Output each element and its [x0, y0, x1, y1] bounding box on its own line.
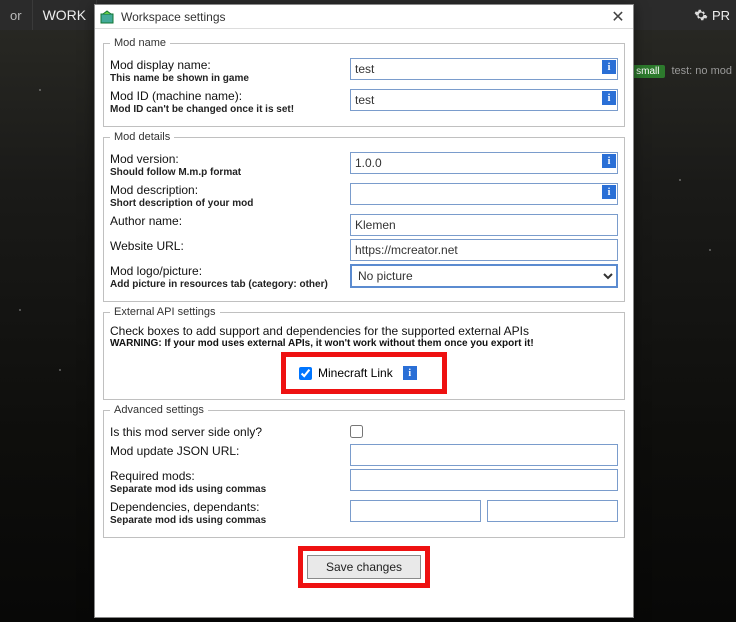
dependencies-sub: Separate mod ids using commas — [110, 514, 350, 528]
required-mods-label: Required mods: — [110, 469, 195, 483]
mod-name-legend: Mod name — [110, 37, 170, 49]
minecraft-link-label: Minecraft Link — [318, 366, 393, 380]
update-url-input[interactable] — [350, 444, 618, 466]
server-side-checkbox[interactable] — [350, 425, 363, 438]
topbar-settings-label: PR — [712, 8, 730, 23]
close-icon[interactable]: ✕ — [607, 7, 629, 27]
info-icon[interactable]: i — [602, 60, 616, 74]
mod-id-sub: Mod ID can't be changed once it is set! — [110, 103, 350, 117]
display-name-input[interactable] — [350, 58, 618, 80]
dependants-input-b[interactable] — [487, 500, 618, 522]
mod-id-input[interactable] — [350, 89, 618, 111]
author-label: Author name: — [110, 214, 182, 228]
mod-id-label: Mod ID (machine name): — [110, 89, 242, 103]
save-highlight: Save changes — [298, 546, 430, 588]
logo-label: Mod logo/picture: — [110, 264, 202, 278]
gear-icon — [694, 8, 708, 22]
display-name-sub: This name be shown in game — [110, 72, 350, 86]
external-api-legend: External API settings — [110, 306, 220, 318]
info-icon[interactable]: i — [403, 366, 417, 380]
save-button[interactable]: Save changes — [307, 555, 421, 579]
external-api-desc: Check boxes to add support and dependenc… — [110, 324, 618, 338]
logo-select[interactable]: No picture — [350, 264, 618, 288]
status-tag: small — [630, 65, 665, 78]
status-row: small test: no mod — [630, 60, 736, 82]
description-sub: Short description of your mod — [110, 197, 350, 211]
website-label: Website URL: — [110, 239, 184, 253]
minecraft-link-box: Minecraft Link i — [284, 355, 444, 391]
version-sub: Should follow M.m.p format — [110, 166, 350, 180]
app-icon — [99, 9, 115, 25]
description-label: Mod description: — [110, 183, 198, 197]
dialog-titlebar: Workspace settings ✕ — [95, 5, 633, 29]
author-input[interactable] — [350, 214, 618, 236]
external-api-warn: WARNING: If your mod uses external APIs,… — [110, 338, 618, 349]
advanced-settings-legend: Advanced settings — [110, 404, 208, 416]
status-text: test: no mod — [671, 65, 732, 77]
website-input[interactable] — [350, 239, 618, 261]
description-input[interactable] — [350, 183, 618, 205]
topbar-settings[interactable]: PR — [688, 8, 736, 23]
topbar-item-or[interactable]: or — [0, 0, 33, 30]
minecraft-link-checkbox[interactable] — [299, 367, 312, 380]
topbar-item-workspace[interactable]: WORK — [33, 0, 98, 30]
advanced-settings-group: Advanced settings Is this mod server sid… — [103, 404, 625, 538]
mod-name-group: Mod name Mod display name: This name be … — [103, 37, 625, 127]
external-api-group: External API settings Check boxes to add… — [103, 306, 625, 400]
required-mods-input[interactable] — [350, 469, 618, 491]
display-name-label: Mod display name: — [110, 58, 211, 72]
mod-details-legend: Mod details — [110, 131, 174, 143]
dialog-title: Workspace settings — [121, 10, 607, 24]
server-side-label: Is this mod server side only? — [110, 425, 262, 439]
info-icon[interactable]: i — [602, 185, 616, 199]
mod-details-group: Mod details Mod version: Should follow M… — [103, 131, 625, 302]
info-icon[interactable]: i — [602, 91, 616, 105]
required-mods-sub: Separate mod ids using commas — [110, 483, 350, 497]
version-label: Mod version: — [110, 152, 179, 166]
version-input[interactable] — [350, 152, 618, 174]
logo-sub: Add picture in resources tab (category: … — [110, 278, 350, 292]
dependencies-label: Dependencies, dependants: — [110, 500, 259, 514]
update-url-label: Mod update JSON URL: — [110, 444, 239, 458]
dependencies-input-a[interactable] — [350, 500, 481, 522]
info-icon[interactable]: i — [602, 154, 616, 168]
workspace-settings-dialog: Workspace settings ✕ Mod name Mod displa… — [94, 4, 634, 618]
